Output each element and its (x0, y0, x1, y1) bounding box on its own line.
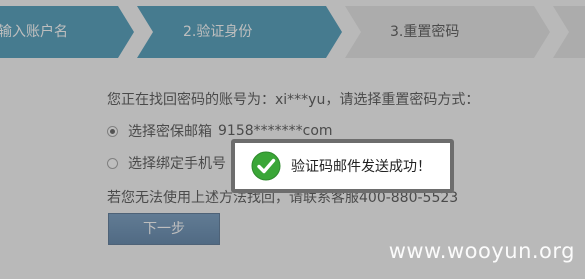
success-toast: 验证码邮件发送成功！ (231, 139, 454, 193)
toast-message: 验证码邮件发送成功！ (291, 159, 431, 175)
check-circle-icon (251, 151, 281, 181)
page: 输入账户名 2.验证身份 3.重置密码 您正在找回密码的账号为：xi***yu，… (0, 0, 585, 279)
watermark: www.wooyun.org (388, 239, 575, 263)
toast-body: 验证码邮件发送成功！ (235, 143, 450, 189)
